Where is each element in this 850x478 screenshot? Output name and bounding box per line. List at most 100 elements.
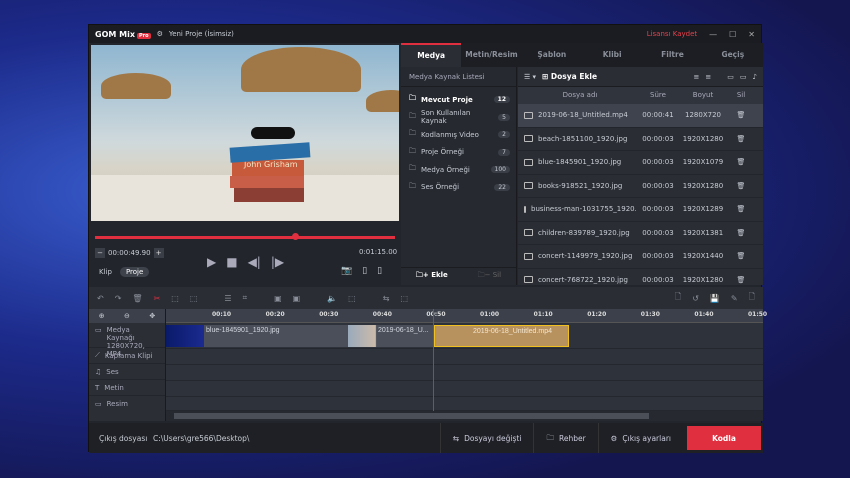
tab-template[interactable]: Şablon: [522, 43, 582, 67]
export-project-icon[interactable]: 🗋: [749, 291, 755, 305]
file-row[interactable]: beach-1851100_1920.jpg 00:00:03 1920X1280 🗑: [518, 128, 763, 151]
timeline-clip[interactable]: blue-1845901_1920.jpg: [204, 325, 348, 347]
delete-folder-button[interactable]: 🗀− Sil: [478, 271, 501, 282]
file-name: books-918521_1920.jpg: [538, 181, 623, 190]
rotate-right-icon[interactable]: ▯: [377, 266, 382, 276]
add-file-button[interactable]: ⊞ Dosya Ekle: [542, 72, 597, 81]
timeline-clip[interactable]: [166, 325, 204, 347]
file-row[interactable]: business-man-1031755_1920.jpg 00:00:03 192…: [518, 198, 763, 222]
minimize-icon[interactable]: —: [709, 30, 717, 39]
undo-icon[interactable]: ↶: [97, 294, 104, 303]
timeline-clip-selected[interactable]: 2019-06-18_Untitled.mp4: [434, 325, 569, 347]
volume-icon[interactable]: 🔈: [327, 294, 337, 303]
minus-button[interactable]: −: [95, 248, 105, 258]
change-file-button[interactable]: ⇆ Dosyayı değişti: [439, 423, 534, 453]
timeline-scrollbar[interactable]: [166, 411, 763, 421]
tab-media-source[interactable]: Medya Kaynağı: [401, 43, 462, 82]
stop-icon[interactable]: ■: [226, 255, 237, 269]
redo-icon[interactable]: ↷: [115, 294, 122, 303]
playhead[interactable]: [433, 309, 434, 421]
copy-icon[interactable]: ⬚: [190, 294, 198, 303]
file-size: 1920X1280: [682, 275, 724, 284]
rotate-left-icon[interactable]: ▯: [362, 266, 367, 276]
timeline-ruler[interactable]: 00:10 00:20 00:30 00:40 00:50 01:00 01:10 01:20…: [166, 309, 767, 323]
trash-icon[interactable]: 🗑: [726, 135, 756, 143]
maximize-icon[interactable]: ☐: [729, 30, 736, 39]
trash-icon[interactable]: 🗑: [726, 276, 756, 284]
source-item[interactable]: 🗀 Proje Örneği 7: [401, 144, 516, 162]
trash-icon[interactable]: 🗑: [726, 252, 756, 260]
license-link[interactable]: Lisansı Kaydet: [647, 30, 697, 38]
record-icon[interactable]: ⬚: [400, 294, 408, 303]
mode-project[interactable]: Proje: [119, 267, 150, 277]
image-filter-icon[interactable]: ▭: [740, 73, 747, 81]
file-size: 1280X720: [685, 111, 721, 120]
output-settings-button[interactable]: ⚙ Çıkış ayarları: [597, 423, 683, 453]
fit-icon[interactable]: ✥: [149, 312, 155, 320]
timeline-clip[interactable]: 2019-06-18_U...: [348, 325, 434, 347]
trash-icon[interactable]: 🗑: [726, 158, 756, 166]
seek-handle[interactable]: [292, 233, 299, 240]
new-project-icon[interactable]: 🗋: [675, 291, 681, 305]
music-filter-icon[interactable]: ♪: [753, 73, 757, 81]
fade-in-icon[interactable]: ▣: [274, 294, 282, 303]
folder-button[interactable]: 🗀 Rehber: [533, 423, 597, 453]
play-icon[interactable]: ▶: [207, 255, 216, 269]
next-frame-icon[interactable]: |▶: [271, 255, 284, 269]
file-row[interactable]: books-918521_1920.jpg 00:00:03 1920X1280 🗑: [518, 175, 763, 198]
encode-button[interactable]: Kodla: [687, 426, 761, 450]
mode-clip[interactable]: Klip: [99, 268, 112, 276]
ruler-tick: 00:10: [212, 311, 232, 318]
plus-button[interactable]: +: [153, 248, 164, 258]
time-stepper[interactable]: − 00:00:49.90 +: [95, 248, 164, 258]
zoom-out-icon[interactable]: ⊖: [124, 312, 130, 320]
video-filter-icon[interactable]: ▭: [727, 73, 734, 81]
source-item[interactable]: 🗀 Kodlanmış Video 2: [401, 126, 516, 144]
folder-icon: 🗀: [409, 94, 416, 103]
snapshot-icon[interactable]: 📷: [341, 266, 352, 276]
crop-icon[interactable]: ⌗: [243, 293, 248, 303]
trash-icon[interactable]: 🗑: [726, 111, 756, 119]
media-icon: ▭: [95, 326, 102, 334]
split-icon[interactable]: ✂: [154, 294, 161, 303]
prev-frame-icon[interactable]: ◀|: [248, 255, 261, 269]
fade-out-icon[interactable]: ▣: [293, 294, 301, 303]
file-row[interactable]: concert-1149979_1920.jpg 00:00:03 1920X144…: [518, 245, 763, 269]
trash-icon[interactable]: 🗑: [726, 205, 756, 213]
tab-overlay[interactable]: Klibi kaplamak: [582, 43, 642, 83]
image-file-icon: [524, 135, 533, 143]
sort-icon[interactable]: ≡: [694, 73, 700, 81]
folder-icon: 🗀: [409, 111, 416, 120]
tab-transition[interactable]: Geçiş: [703, 43, 763, 67]
current-time[interactable]: 00:00:49.90: [108, 249, 151, 257]
edit-project-icon[interactable]: ✎: [731, 294, 738, 303]
delete-icon[interactable]: 🗑: [132, 294, 142, 303]
trash-icon[interactable]: 🗑: [726, 229, 756, 237]
close-icon[interactable]: ✕: [748, 30, 755, 39]
source-item[interactable]: 🗀 Medya Örneği 100: [401, 161, 516, 179]
video-file-icon: [524, 111, 533, 119]
file-row[interactable]: 2019-06-18_Untitled.mp4 00:00:41 1280X720 🗑: [518, 104, 763, 128]
save-project-icon[interactable]: 💾: [710, 294, 720, 303]
source-item[interactable]: 🗀 Son Kullanılan Kaynak 5: [401, 109, 516, 127]
add-folder-button[interactable]: 🗀+ Ekle: [416, 271, 448, 282]
gear-icon[interactable]: ⚙: [157, 30, 163, 38]
select-icon[interactable]: ⬚: [171, 294, 179, 303]
source-item[interactable]: 🗀 Ses Örneği 22: [401, 179, 516, 197]
adjust-icon[interactable]: ☰: [224, 294, 231, 303]
track-headers: ⊕ ⊖ ✥ ▭ Medya Kaynağı 1280X720, MP4 ⟋ Kaplama…: [89, 309, 166, 421]
mute-icon[interactable]: ⬚: [348, 294, 356, 303]
file-row[interactable]: blue-1845901_1920.jpg 00:00:03 1920X1079 🗑: [518, 151, 763, 175]
trash-icon[interactable]: 🗑: [726, 182, 756, 190]
seek-bar[interactable]: [95, 236, 395, 239]
tab-text-image[interactable]: Metin/Resim: [461, 43, 521, 67]
replace-icon[interactable]: ⇆: [383, 294, 390, 303]
zoom-in-icon[interactable]: ⊕: [99, 312, 105, 320]
sort-desc-icon[interactable]: ≡: [705, 73, 711, 81]
file-row[interactable]: children-839789_1920.jpg 00:00:03 1920X138…: [518, 222, 763, 245]
source-item[interactable]: 🗀 Mevcut Proje 12: [401, 91, 516, 109]
menu-icon[interactable]: ☰ ▾: [524, 73, 536, 81]
overlay-icon: ⟋: [95, 351, 100, 359]
tab-filter[interactable]: Filtre: [642, 43, 702, 67]
open-project-icon[interactable]: ↺: [692, 294, 699, 303]
